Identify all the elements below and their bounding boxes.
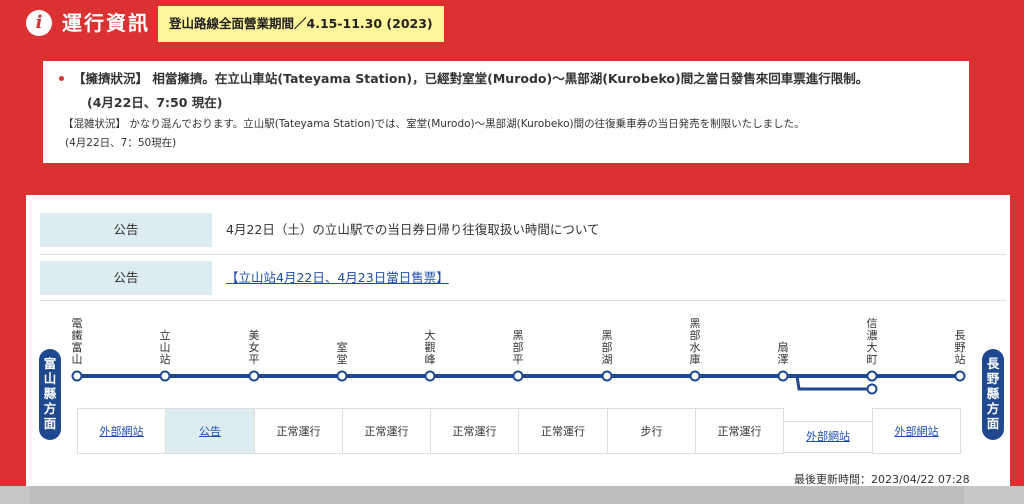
segment-label: 正常運行 <box>452 425 497 438</box>
segment-status: 步行 <box>607 408 696 454</box>
station-name: 室堂 <box>336 341 348 366</box>
segment-label: 外部網站 <box>99 425 144 438</box>
segment-label: 正常運行 <box>276 425 321 438</box>
station-name: 黑部水庫 <box>689 317 701 366</box>
station-name: 美女平 <box>248 329 260 366</box>
station-dot <box>71 370 83 382</box>
segment-status: 正常運行 <box>518 408 608 454</box>
segment-status[interactable]: 公告 <box>165 408 255 454</box>
station-name: 電鐵富山 <box>71 317 83 366</box>
station-dot <box>512 370 524 382</box>
station-dot <box>159 370 171 382</box>
segment-label: 外部網站 <box>806 430 850 443</box>
segment-status: 正常運行 <box>342 408 431 454</box>
segment-status: 正常運行 <box>695 408 784 454</box>
station-name: 立山站 <box>159 329 171 366</box>
segment-label: 正常運行 <box>364 425 409 438</box>
station-dot <box>954 370 966 382</box>
station-dot <box>689 370 701 382</box>
segment-status[interactable]: 外部網站 <box>783 421 873 453</box>
station-dot <box>424 370 436 382</box>
segment-label: 步行 <box>640 425 663 438</box>
station-dot <box>248 370 260 382</box>
station-name: 黑部平 <box>512 329 524 366</box>
station-dot <box>336 370 348 382</box>
station-name: 扇澤 <box>777 341 789 366</box>
segment-status[interactable]: 外部網站 <box>77 408 166 454</box>
segment-label: 外部網站 <box>894 425 939 438</box>
station-dot <box>866 370 878 382</box>
last-updated: 最後更新時間：2023/04/22 07:28 <box>794 473 970 486</box>
station-dot <box>777 370 789 382</box>
station-name: 大觀峰 <box>424 329 436 366</box>
station-name: 信濃大町 <box>866 317 878 366</box>
segment-status: 正常運行 <box>254 408 343 454</box>
station-dot <box>866 383 878 395</box>
segment-label: 公告 <box>199 425 221 438</box>
segment-status[interactable]: 外部網站 <box>872 408 961 454</box>
segment-label: 正常運行 <box>717 425 762 438</box>
station-name: 長野站 <box>954 329 966 366</box>
segment-status: 正常運行 <box>430 408 519 454</box>
station-dot <box>601 370 613 382</box>
segment-label: 正常運行 <box>541 425 585 438</box>
station-name: 黑部湖 <box>601 329 613 366</box>
bottom-scroll-area <box>0 486 1024 504</box>
